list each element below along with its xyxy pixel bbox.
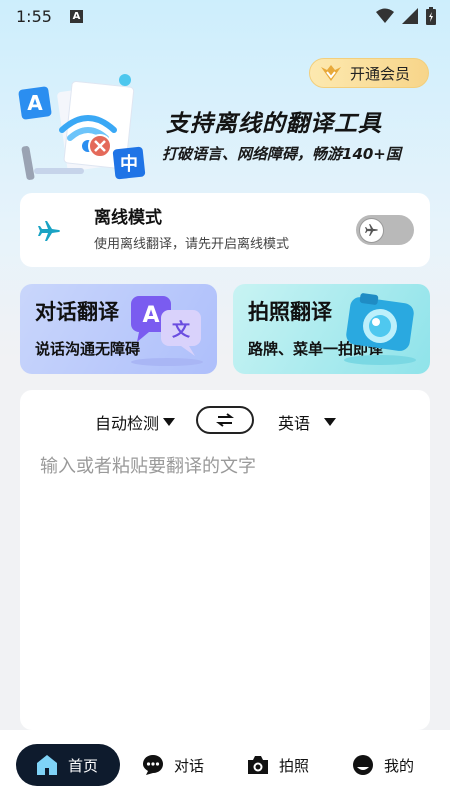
- nav-item-camera[interactable]: 拍照: [247, 744, 309, 786]
- photo-translate-title: 拍照翻译: [248, 300, 332, 324]
- nav-home-label: 首页: [68, 756, 99, 775]
- status-bar: 1:55 A: [0, 0, 450, 32]
- signal-icon: [402, 8, 418, 24]
- nav-camera-label: 拍照: [279, 756, 310, 775]
- photo-translate-card[interactable]: 拍照翻译 路牌、菜单一拍即译: [233, 284, 430, 374]
- wifi-icon: [376, 8, 394, 23]
- nav-item-chat[interactable]: 对话: [142, 744, 204, 786]
- hero-subtitle: 打破语言、网络障碍，畅游140+国: [162, 145, 401, 163]
- toggle-knob: [359, 217, 384, 243]
- translate-panel: 自动检测 英语: [20, 390, 430, 730]
- offline-mode-card: 离线模式 使用离线翻译，请先开启离线模式: [20, 193, 430, 267]
- status-time: 1:55: [16, 6, 52, 26]
- battery-icon: [426, 7, 436, 25]
- dialog-translate-card[interactable]: 对话翻译 说话沟通无障碍 A 文: [20, 284, 217, 374]
- offline-mode-toggle[interactable]: [356, 215, 414, 245]
- swap-icon: [216, 413, 234, 427]
- status-icons: [376, 7, 436, 25]
- hero-title: 支持离线的翻译工具: [166, 111, 382, 137]
- profile-icon: [353, 755, 373, 775]
- crown-icon: [320, 64, 342, 82]
- notification-badge: A: [69, 9, 83, 23]
- target-language-label: 英语: [278, 414, 311, 433]
- nav-item-home[interactable]: 首页: [16, 744, 120, 786]
- translate-input[interactable]: [40, 452, 410, 702]
- target-language-select[interactable]: 英语: [278, 410, 337, 434]
- hero-art-zh: 中: [120, 153, 138, 175]
- caret-down-icon: [163, 418, 176, 426]
- bottom-nav: 首页 对话 拍照 我的: [0, 730, 450, 800]
- dialog-translate-title: 对话翻译: [35, 300, 119, 324]
- swap-languages-button[interactable]: [196, 406, 254, 434]
- caret-down-icon: [324, 418, 337, 426]
- chat-icon: [143, 755, 163, 775]
- hero-illustration: A 中: [18, 74, 146, 180]
- airplane-icon: [364, 224, 378, 236]
- vip-button[interactable]: 开通会员: [309, 58, 429, 88]
- home-icon: [37, 755, 57, 775]
- language-bar: 自动检测 英语: [20, 406, 430, 438]
- speech-bubbles-icon: A 文: [131, 296, 203, 366]
- camera-icon: [248, 756, 268, 774]
- offline-mode-title: 离线模式: [94, 208, 162, 228]
- airplane-icon: [38, 221, 60, 241]
- dialog-art-wen: 文: [172, 319, 191, 341]
- source-language-select[interactable]: 自动检测: [95, 410, 176, 434]
- camera-illustration-icon: [344, 293, 416, 365]
- vip-label: 开通会员: [350, 64, 411, 83]
- offline-mode-description: 使用离线翻译，请先开启离线模式: [94, 237, 290, 252]
- hero-art-a: A: [27, 91, 43, 115]
- source-language-label: 自动检测: [95, 414, 160, 433]
- nav-item-profile[interactable]: 我的: [352, 744, 414, 786]
- nav-chat-label: 对话: [174, 756, 205, 775]
- dialog-art-a: A: [142, 303, 159, 328]
- nav-profile-label: 我的: [384, 756, 415, 775]
